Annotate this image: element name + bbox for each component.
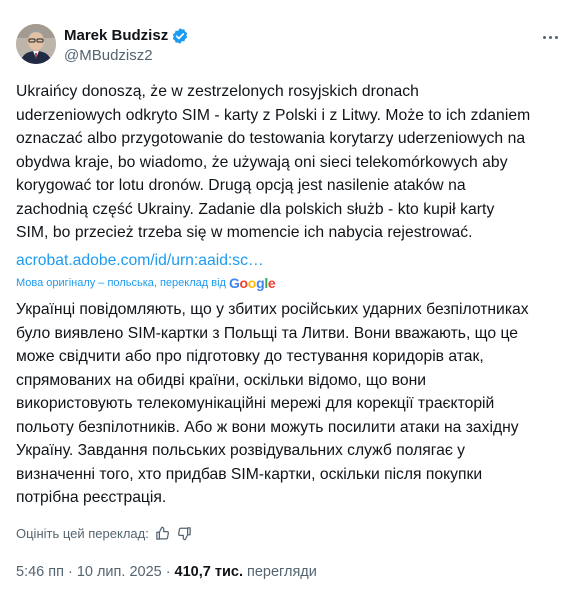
thumbs-up-icon[interactable]: [155, 525, 171, 541]
author-name[interactable]: Marek Budzisz: [64, 27, 168, 45]
avatar[interactable]: [16, 24, 56, 64]
thumbs-down-icon[interactable]: [177, 525, 193, 541]
meta-separator: ·: [165, 564, 171, 580]
rate-translation: Оцініть цей переклад:: [16, 525, 193, 541]
rate-translation-label: Оцініть цей переклад:: [16, 525, 149, 541]
more-horizontal-icon[interactable]: [539, 28, 561, 46]
author-handle[interactable]: @MBudzisz2: [64, 47, 153, 65]
more-dot: [542, 35, 546, 39]
post-time[interactable]: 5:46 пп: [16, 563, 64, 581]
translation-note[interactable]: Мова оригіналу – польська, переклад від …: [16, 275, 276, 291]
avatar-image: [16, 24, 56, 64]
verified-badge-icon[interactable]: [171, 27, 189, 45]
views-count: 410,7 тис.: [174, 564, 243, 580]
google-logo: Google: [228, 275, 276, 291]
post-meta: 5:46 пп · 10 лип. 2025 · 410,7 тис. пере…: [16, 563, 317, 581]
views-label: перегляди: [246, 564, 317, 580]
post-link[interactable]: acrobat.adobe.com/id/urn:aaid:sc…: [16, 249, 264, 273]
tweet: Marek Budzisz @MBudzisz2 Ukraińcy donosz…: [0, 0, 579, 600]
post-original-text: Ukraińcy donoszą, że w zestrzelonych ros…: [16, 83, 531, 241]
translation-note-text: Мова оригіналу – польська, переклад від: [16, 277, 226, 289]
more-dot: [554, 35, 558, 39]
author-name-row[interactable]: Marek Budzisz: [64, 27, 189, 45]
post-translated-text: Українці повідомляють, що у збитих росій…: [16, 301, 529, 506]
post-date[interactable]: 10 лип. 2025: [77, 563, 162, 581]
meta-separator: ·: [67, 564, 73, 580]
more-dot: [548, 35, 552, 39]
